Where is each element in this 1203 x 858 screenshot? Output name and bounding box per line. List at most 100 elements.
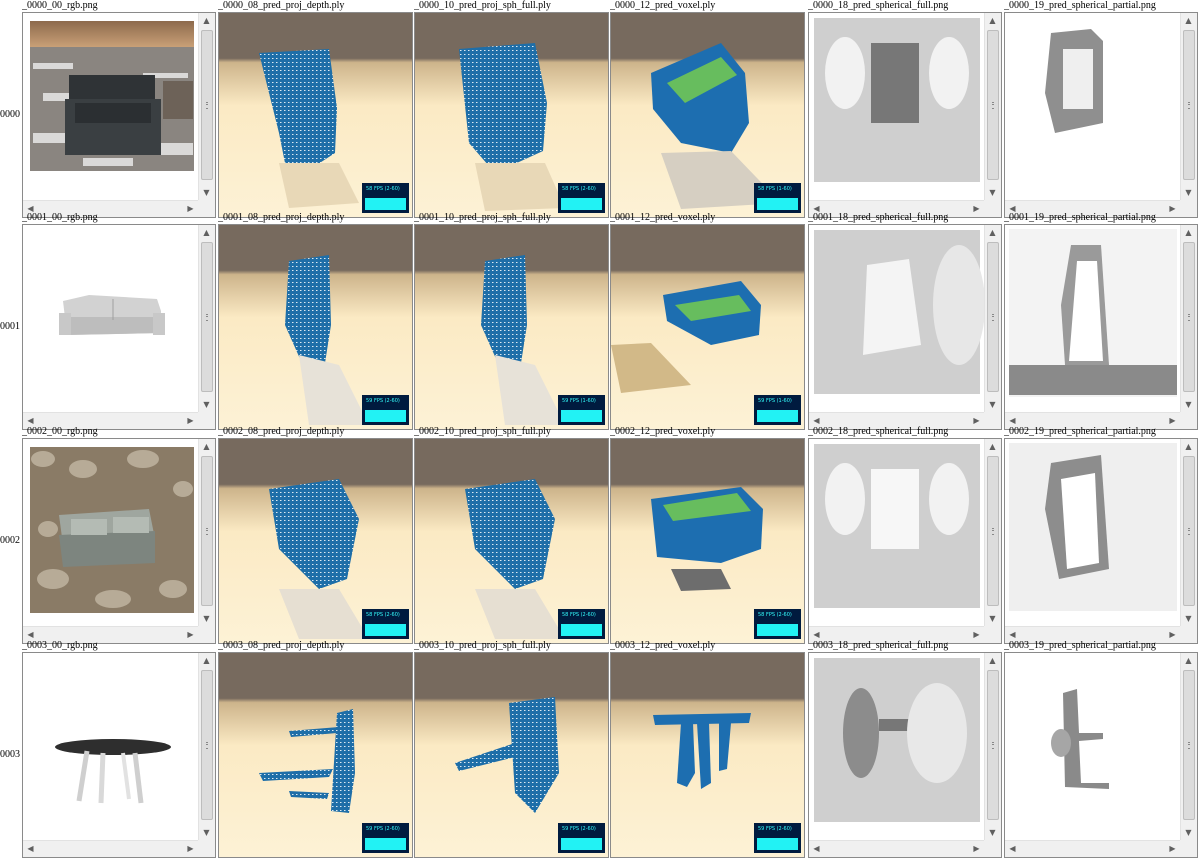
cell-voxel[interactable]: 58 FPS (1-60) [610,12,805,218]
table-render-image [23,653,198,840]
cell-ply[interactable]: 59 FPS (2-60) [218,652,413,858]
cell-caption: _0002_19_pred_spherical_partial.png [1004,426,1156,437]
scroll-up-arrow-icon[interactable]: ▲ [985,13,1000,28]
fps-counter: 58 FPS (2-60) [362,183,409,213]
scroll-up-arrow-icon[interactable]: ▲ [199,13,214,28]
scroll-up-arrow-icon[interactable]: ▲ [199,653,214,668]
vertical-scrollbar[interactable]: ▲ ▼ [198,653,215,840]
cell-caption: _0001_10_pred_proj_sph_full.ply [414,212,551,223]
cell-caption: _0002_08_pred_proj_depth.ply [218,426,345,437]
vertical-scrollbar[interactable]: ▲ ▼ [1180,225,1197,412]
scroll-up-arrow-icon[interactable]: ▲ [1181,653,1196,668]
scrollbar-thumb[interactable] [1183,30,1195,180]
scroll-right-arrow-icon[interactable]: ▶ [1165,841,1180,856]
cell-caption: _0000_19_pred_spherical_partial.png [1004,0,1156,11]
spherical-depth-image [809,653,984,840]
cell-ply[interactable]: 59 FPS (2-60) [218,224,413,430]
scroll-up-arrow-icon[interactable]: ▲ [1181,13,1196,28]
cell-depth: ▲ ▼ ◀ ▶ [808,224,1002,430]
cell-ply[interactable]: 59 FPS (1-60) [414,224,609,430]
vertical-scrollbar[interactable]: ▲ ▼ [198,13,215,200]
scroll-up-arrow-icon[interactable]: ▲ [1181,225,1196,240]
cell-voxel[interactable]: 59 FPS (2-60) [610,652,805,858]
scroll-down-arrow-icon[interactable]: ▼ [985,185,1000,200]
scroll-down-arrow-icon[interactable]: ▼ [985,397,1000,412]
scrollbar-thumb[interactable] [1183,670,1195,820]
horizontal-scrollbar[interactable]: ◀ ▶ [1005,840,1180,857]
scrollbar-thumb[interactable] [987,670,999,820]
scrollbar-thumb[interactable] [201,456,213,606]
vertical-scrollbar[interactable]: ▲ ▼ [984,439,1001,626]
scrollbar-thumb[interactable] [1183,242,1195,392]
cell-caption: _0003_12_pred_voxel.ply [610,640,716,651]
scroll-left-arrow-icon[interactable]: ◀ [23,841,38,856]
fps-graph-bar [757,838,798,850]
scrollbar-thumb[interactable] [1183,456,1195,606]
cell-caption: _0001_19_pred_spherical_partial.png [1004,212,1156,223]
spherical-depth-image [809,225,984,412]
fps-text: 59 FPS (2-60) [562,826,596,832]
fps-text: 59 FPS (1-60) [758,398,792,404]
vertical-scrollbar[interactable]: ▲ ▼ [1180,653,1197,840]
horizontal-scrollbar[interactable]: ◀ ▶ [23,840,198,857]
spherical-depth-image [809,13,984,200]
scroll-down-arrow-icon[interactable]: ▼ [199,611,214,626]
scroll-down-arrow-icon[interactable]: ▼ [1181,611,1196,626]
scroll-left-arrow-icon[interactable]: ◀ [1005,841,1020,856]
scroll-up-arrow-icon[interactable]: ▲ [199,225,214,240]
cell-ply[interactable]: 58 FPS (2-60) [414,438,609,644]
scroll-up-arrow-icon[interactable]: ▲ [985,439,1000,454]
vertical-scrollbar[interactable]: ▲ ▼ [984,225,1001,412]
scrollbar-thumb[interactable] [987,30,999,180]
fps-text: 58 FPS (2-60) [758,612,792,618]
cell-voxel[interactable]: 59 FPS (1-60) [610,224,805,430]
scrollbar-thumb[interactable] [987,456,999,606]
fps-counter: 58 FPS (1-60) [754,183,801,213]
vertical-scrollbar[interactable]: ▲ ▼ [1180,439,1197,626]
cell-ply[interactable]: 58 FPS (2-60) [414,12,609,218]
scroll-down-arrow-icon[interactable]: ▼ [1181,397,1196,412]
image-view [1005,225,1180,412]
scroll-right-arrow-icon[interactable]: ▶ [969,841,984,856]
cell-caption: _0003_08_pred_proj_depth.ply [218,640,345,651]
image-view [23,653,198,840]
scroll-down-arrow-icon[interactable]: ▼ [985,611,1000,626]
scrollbar-thumb[interactable] [201,242,213,392]
scroll-down-arrow-icon[interactable]: ▼ [199,825,214,840]
cell-depth: ▲ ▼ ◀ ▶ [808,652,1002,858]
cell-ply[interactable]: 59 FPS (2-60) [414,652,609,858]
scroll-down-arrow-icon[interactable]: ▼ [1181,185,1196,200]
scrollbar-thumb[interactable] [201,670,213,820]
vertical-scrollbar[interactable]: ▲ ▼ [198,225,215,412]
image-view [1005,439,1180,626]
cell-partial: ▲ ▼ ◀ ▶ [1004,438,1198,644]
row-label: 0000 [0,109,20,120]
scroll-up-arrow-icon[interactable]: ▲ [199,439,214,454]
vertical-scrollbar[interactable]: ▲ ▼ [984,653,1001,840]
scroll-down-arrow-icon[interactable]: ▼ [199,185,214,200]
image-view [809,439,984,626]
scroll-down-arrow-icon[interactable]: ▼ [199,397,214,412]
scroll-up-arrow-icon[interactable]: ▲ [985,225,1000,240]
scroll-right-arrow-icon[interactable]: ▶ [183,841,198,856]
vertical-scrollbar[interactable]: ▲ ▼ [1180,13,1197,200]
scroll-up-arrow-icon[interactable]: ▲ [985,653,1000,668]
vertical-scrollbar[interactable]: ▲ ▼ [198,439,215,626]
vertical-scrollbar[interactable]: ▲ ▼ [984,13,1001,200]
cell-voxel[interactable]: 58 FPS (2-60) [610,438,805,644]
cell-caption: _0000_00_rgb.png [22,0,98,11]
cell-ply[interactable]: 58 FPS (2-60) [218,12,413,218]
fps-graph-bar [561,410,602,422]
scroll-down-arrow-icon[interactable]: ▼ [1181,825,1196,840]
horizontal-scrollbar[interactable]: ◀ ▶ [809,840,984,857]
cell-ply[interactable]: 58 FPS (2-60) [218,438,413,644]
fps-text: 59 FPS (1-60) [562,398,596,404]
scroll-left-arrow-icon[interactable]: ◀ [809,841,824,856]
scrollbar-thumb[interactable] [201,30,213,180]
cell-caption: _0002_10_pred_proj_sph_full.ply [414,426,551,437]
scroll-up-arrow-icon[interactable]: ▲ [1181,439,1196,454]
scroll-down-arrow-icon[interactable]: ▼ [985,825,1000,840]
fps-text: 58 FPS (2-60) [366,186,400,192]
fps-text: 58 FPS (2-60) [366,612,400,618]
scrollbar-thumb[interactable] [987,242,999,392]
